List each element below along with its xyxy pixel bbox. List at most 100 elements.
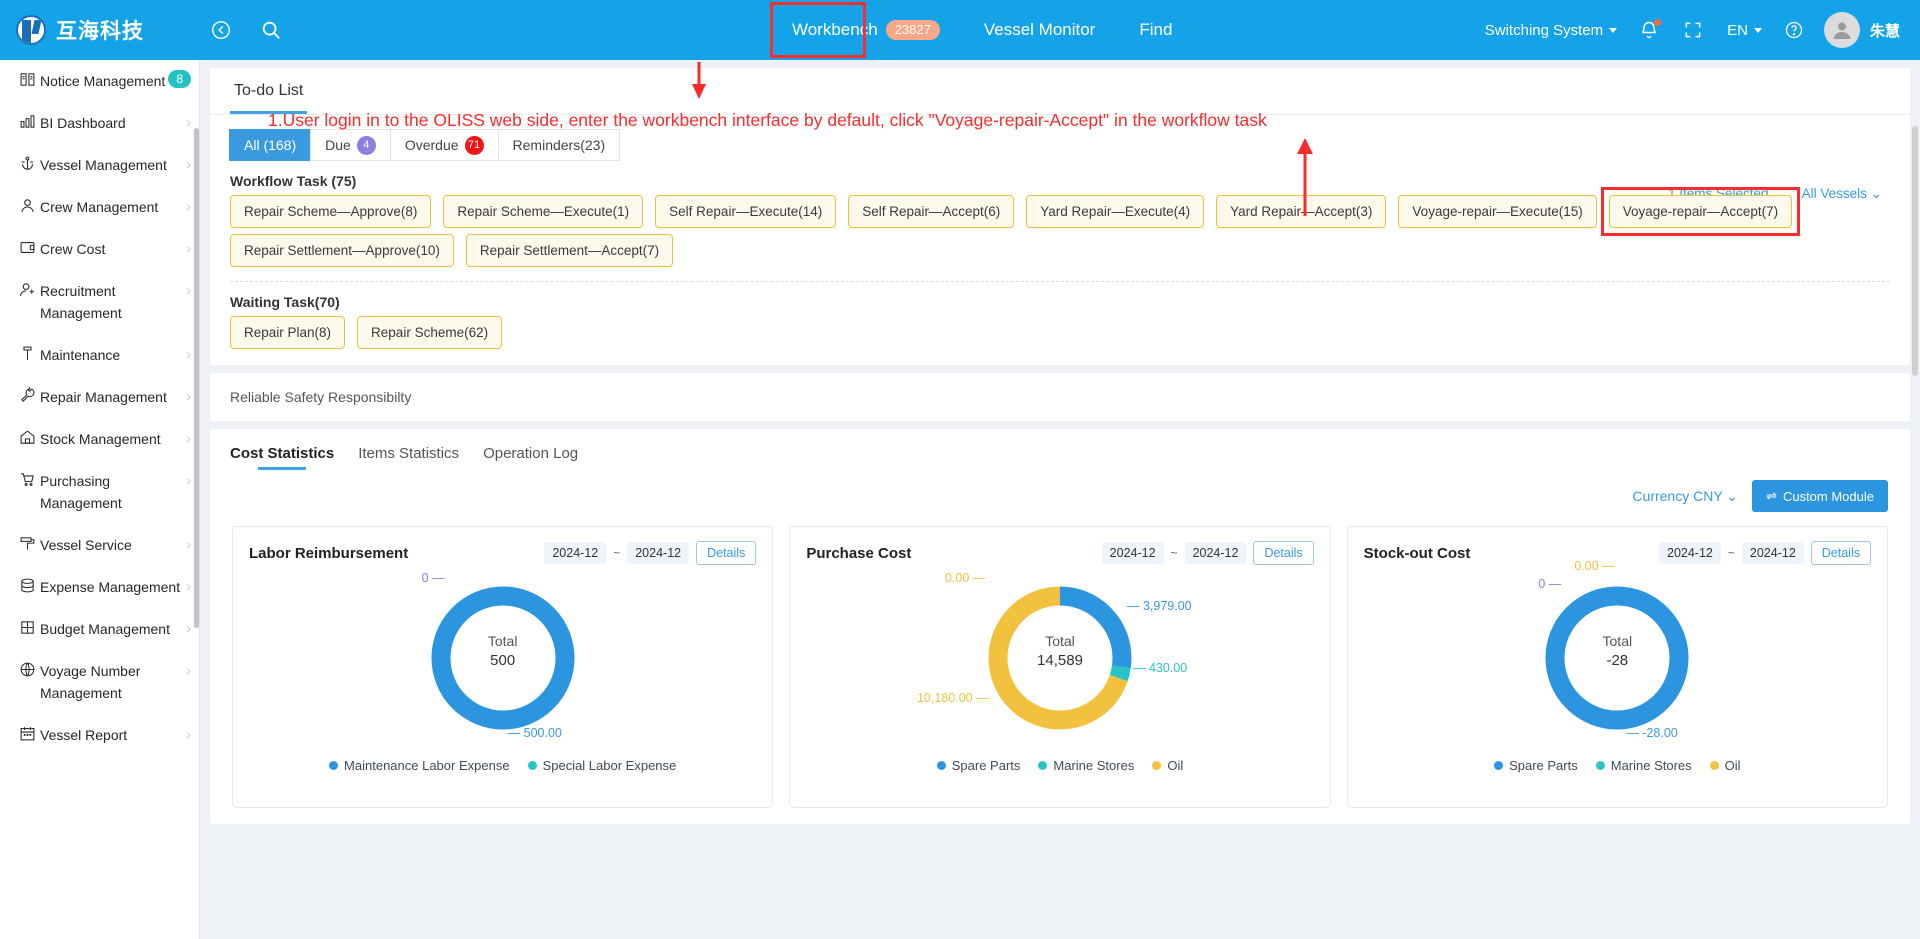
legend-item[interactable]: Maintenance Labor Expense xyxy=(329,758,510,773)
legend-color-dot xyxy=(1494,761,1504,770)
reliable-safety-label[interactable]: Reliable Safety Responsibilty xyxy=(210,373,1910,421)
help-icon[interactable] xyxy=(1784,20,1804,40)
chevron-right-icon: › xyxy=(186,282,191,298)
chart-total-label: Total xyxy=(487,632,518,649)
chart-header: Labor Reimbursement 2024-12 ~2024-12 Detail… xyxy=(249,541,757,565)
language-dropdown[interactable]: EN xyxy=(1727,22,1762,39)
chevron-right-icon: › xyxy=(186,156,191,172)
tab-items-statistics[interactable]: Items Statistics xyxy=(358,445,459,470)
date-from[interactable]: 2024-12 xyxy=(1659,542,1721,564)
chart-legend: Spare Parts Marine Stores Oil xyxy=(1364,750,1871,773)
sidebar-item-bi-dashboard[interactable]: BI Dashboard › xyxy=(0,102,199,144)
workflow-tag[interactable]: Repair Settlement—Approve(10) xyxy=(230,234,454,267)
details-button[interactable]: Details xyxy=(1253,541,1314,565)
legend-item[interactable]: Marine Stores xyxy=(1595,758,1692,773)
workflow-tag-row-2: Repair Settlement—Approve(10) Repair Sett… xyxy=(210,228,1910,267)
date-from[interactable]: 2024-12 xyxy=(544,542,607,564)
search-icon[interactable] xyxy=(260,19,282,41)
legend-item[interactable]: Marine Stores xyxy=(1038,758,1134,773)
nav-item-find[interactable]: Find xyxy=(1117,0,1194,60)
legend-item[interactable]: Spare Parts xyxy=(936,758,1020,773)
sidebar-item-vessel-service[interactable]: Vessel Service › xyxy=(0,524,199,566)
sidebar-item-crew-management[interactable]: Crew Management › xyxy=(0,186,199,228)
main-scrollbar[interactable] xyxy=(1912,126,1918,376)
workflow-tag-wrap: Repair Settlement—Approve(10) xyxy=(230,234,454,267)
date-to[interactable]: 2024-12 xyxy=(1741,542,1804,564)
workflow-tag[interactable]: Repair Scheme—Approve(8) xyxy=(230,195,432,228)
workflow-tag-wrap: Voyage-repair—Accept(7) xyxy=(1600,187,1801,236)
statistics-tabs: Cost Statistics Items Statistics Operati… xyxy=(210,429,1910,470)
legend-item[interactable]: Oil xyxy=(1709,758,1741,773)
chevron-right-icon: › xyxy=(186,240,191,256)
chart-value-label: — -28.00 xyxy=(1626,725,1678,740)
workflow-tag[interactable]: Repair Scheme—Execute(1) xyxy=(443,195,644,228)
workflow-tag[interactable]: Repair Plan(8) xyxy=(230,316,346,349)
workflow-tag[interactable]: Self Repair—Accept(6) xyxy=(848,195,1015,228)
sidebar-item-purchasing-management[interactable]: Purchasing Management › xyxy=(0,460,199,524)
nav-item-vessel-monitor[interactable]: Vessel Monitor xyxy=(962,0,1118,60)
workflow-tag[interactable]: Repair Settlement—Accept(7) xyxy=(465,234,674,267)
legend-item[interactable]: Oil xyxy=(1152,758,1183,773)
sidebar-item-label: Maintenance xyxy=(40,347,121,363)
workflow-tag[interactable]: Voyage-repair—Execute(15) xyxy=(1398,195,1597,228)
statistics-card: Cost Statistics Items Statistics Operati… xyxy=(210,429,1910,824)
date-to[interactable]: 2024-12 xyxy=(627,542,690,564)
workflow-tag-wrap: Repair Scheme—Execute(1) xyxy=(443,195,644,228)
filter-due[interactable]: Due 4 xyxy=(310,129,391,161)
date-to[interactable]: 2024-12 xyxy=(1184,542,1247,564)
chart-value-label: — 430.00 xyxy=(1132,660,1188,675)
date-from[interactable]: 2024-12 xyxy=(1101,542,1164,564)
sidebar-item-expense-management[interactable]: Expense Management › xyxy=(0,566,199,608)
sidebar-item-crew-cost[interactable]: Crew Cost › xyxy=(0,228,199,270)
sidebar-scrollbar[interactable] xyxy=(194,128,199,628)
collapse-sidebar-icon[interactable] xyxy=(210,19,232,41)
notifications-bell-icon[interactable] xyxy=(1639,19,1662,40)
sidebar-item-recruitment-management[interactable]: Recruitment Management › xyxy=(0,270,199,334)
avatar[interactable] xyxy=(1823,12,1860,48)
workflow-tag[interactable]: Repair Scheme(62) xyxy=(357,316,503,349)
sidebar-item-vessel-management[interactable]: Vessel Management › xyxy=(0,144,199,186)
chart-total-value: 500 xyxy=(490,651,516,669)
sidebar-item-stock-management[interactable]: Stock Management › xyxy=(0,418,199,460)
sidebar-item-voyage-number-management[interactable]: Voyage Number Management › xyxy=(0,650,199,714)
annotation-text: 1.User login in to the OLISS web side, e… xyxy=(268,110,1267,130)
sidebar-item-budget-management[interactable]: Budget Management › xyxy=(0,608,199,650)
sidebar-item-maintenance[interactable]: Maintenance › xyxy=(0,334,199,376)
filter-all-label: All (168) xyxy=(244,137,297,153)
tab-todo-list[interactable]: To-do List xyxy=(230,68,308,114)
workflow-tag[interactable]: Yard Repair—Accept(3) xyxy=(1216,195,1387,228)
chevron-right-icon: › xyxy=(186,114,191,130)
workflow-tag[interactable]: Self Repair—Execute(14) xyxy=(655,195,837,228)
fullscreen-icon[interactable] xyxy=(1683,20,1703,40)
legend-item[interactable]: Spare Parts xyxy=(1494,758,1578,773)
currency-dropdown[interactable]: Currency CNY ⌄ xyxy=(1632,488,1738,505)
legend-color-dot xyxy=(1038,761,1048,770)
filter-all[interactable]: All (168) xyxy=(229,129,312,161)
globe-icon xyxy=(14,660,40,678)
company-logo-icon xyxy=(16,15,46,45)
all-vessels-dropdown[interactable]: All Vessels ⌄ xyxy=(1802,186,1882,202)
filter-overdue[interactable]: Overdue 71 xyxy=(389,129,499,161)
details-button[interactable]: Details xyxy=(1810,541,1871,565)
nav-item-workbench[interactable]: Workbench 23827 xyxy=(770,0,962,60)
sidebar-item-repair-management[interactable]: Repair Management › xyxy=(0,376,199,418)
switching-system-dropdown[interactable]: Switching System xyxy=(1485,22,1618,39)
chart-value-label: 0.00 — xyxy=(944,570,986,585)
workflow-tag[interactable]: Voyage-repair—Accept(7) xyxy=(1608,195,1793,228)
legend-item[interactable]: Special Labor Expense xyxy=(527,758,676,773)
filter-reminders[interactable]: Reminders(23) xyxy=(497,129,621,161)
tab-cost-statistics[interactable]: Cost Statistics xyxy=(230,445,334,470)
legend-color-dot xyxy=(1595,761,1605,770)
sidebar-item-notice-management[interactable]: Notice Management 8 xyxy=(0,60,199,102)
custom-module-button[interactable]: ⇌ Custom Module xyxy=(1752,480,1888,512)
sidebar-item-vessel-report[interactable]: Vessel Report › xyxy=(0,714,199,756)
chart-card: Labor Reimbursement 2024-12 ~2024-12 Detail… xyxy=(232,526,774,808)
details-button[interactable]: Details xyxy=(696,541,757,565)
workflow-tag-row-1: Repair Scheme—Approve(8) Repair Scheme—Ex… xyxy=(210,187,1910,236)
charts-row: Labor Reimbursement 2024-12 ~2024-12 Detail… xyxy=(210,512,1910,808)
anchor-icon xyxy=(14,154,40,172)
workflow-task-title: Workflow Task (75) xyxy=(230,173,357,189)
tab-operation-log[interactable]: Operation Log xyxy=(483,445,578,470)
user-name[interactable]: 朱慧 xyxy=(1870,20,1900,41)
workflow-tag[interactable]: Yard Repair—Execute(4) xyxy=(1026,195,1205,228)
